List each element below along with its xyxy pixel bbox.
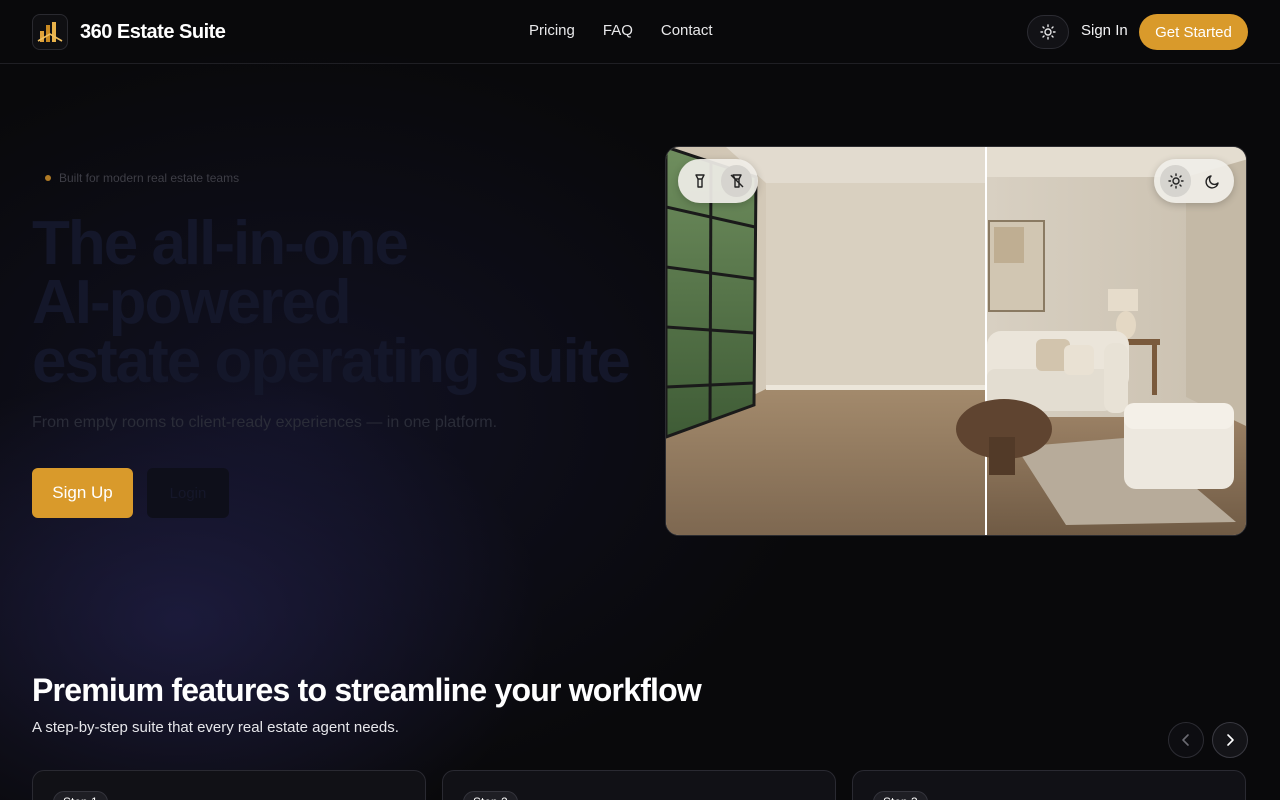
room-compare-image xyxy=(666,147,1246,535)
step-badge: Step 3 xyxy=(873,791,928,800)
brand[interactable]: 360 Estate Suite xyxy=(32,14,226,50)
brand-name: 360 Estate Suite xyxy=(80,20,226,43)
left-light-controls xyxy=(678,159,758,203)
headline-line-1: The all-in-one xyxy=(32,209,409,278)
moon-icon xyxy=(1204,175,1219,189)
feature-card-3[interactable]: Step 3 xyxy=(852,770,1246,800)
carousel-next-button[interactable] xyxy=(1212,722,1248,758)
step-badge: Step 1 xyxy=(53,791,108,800)
chevron-right-icon xyxy=(1227,734,1234,746)
headline-line-2: AI-powered xyxy=(32,268,352,337)
nav-contact-link[interactable]: Contact xyxy=(661,22,713,39)
sign-in-link[interactable]: Sign In xyxy=(1081,22,1128,39)
top-navbar: 360 Estate Suite Pricing FAQ Contact Sig… xyxy=(0,0,1280,64)
sun-icon xyxy=(1040,24,1056,40)
hero-headline: The all-in-one AI-powered estate operati… xyxy=(32,209,632,396)
get-started-button[interactable]: Get Started xyxy=(1139,14,1248,50)
before-after-compare[interactable] xyxy=(665,146,1247,536)
building-logo-icon xyxy=(32,14,68,50)
features-subtitle: A step-by-step suite that every real est… xyxy=(32,719,399,736)
carousel-prev-button[interactable] xyxy=(1168,722,1204,758)
nav-pricing-link[interactable]: Pricing xyxy=(529,22,575,39)
features-title: Premium features to streamline your work… xyxy=(32,672,702,708)
day-mode-button[interactable] xyxy=(1160,165,1191,197)
sun-icon xyxy=(1167,173,1184,189)
feature-card-2[interactable]: Step 2 xyxy=(442,770,836,800)
headline-line-3: estate operating suite xyxy=(32,327,631,396)
main-nav: Pricing FAQ Contact xyxy=(529,22,713,39)
sign-up-button[interactable]: Sign Up xyxy=(32,468,133,518)
step-badge: Step 2 xyxy=(463,791,518,800)
hero-eyebrow: Built for modern real estate teams xyxy=(45,171,239,185)
page: 360 Estate Suite Pricing FAQ Contact Sig… xyxy=(0,0,1280,800)
login-button[interactable]: Login xyxy=(147,468,229,518)
chevron-left-icon xyxy=(1182,734,1189,746)
eyebrow-text: Built for modern real estate teams xyxy=(59,171,240,185)
lamp-on-button[interactable] xyxy=(684,165,715,197)
night-mode-button[interactable] xyxy=(1197,165,1228,197)
eyebrow-dot xyxy=(45,175,51,181)
lamp-off-button[interactable] xyxy=(721,165,752,197)
nav-faq-link[interactable]: FAQ xyxy=(603,22,633,39)
lamp-off-icon xyxy=(730,174,743,188)
theme-toggle-button[interactable] xyxy=(1027,15,1069,49)
hero-subhead: From empty rooms to client-ready experie… xyxy=(32,414,498,431)
lamp-icon xyxy=(694,174,705,188)
feature-card-1[interactable]: Step 1 xyxy=(32,770,426,800)
right-light-controls xyxy=(1154,159,1234,203)
